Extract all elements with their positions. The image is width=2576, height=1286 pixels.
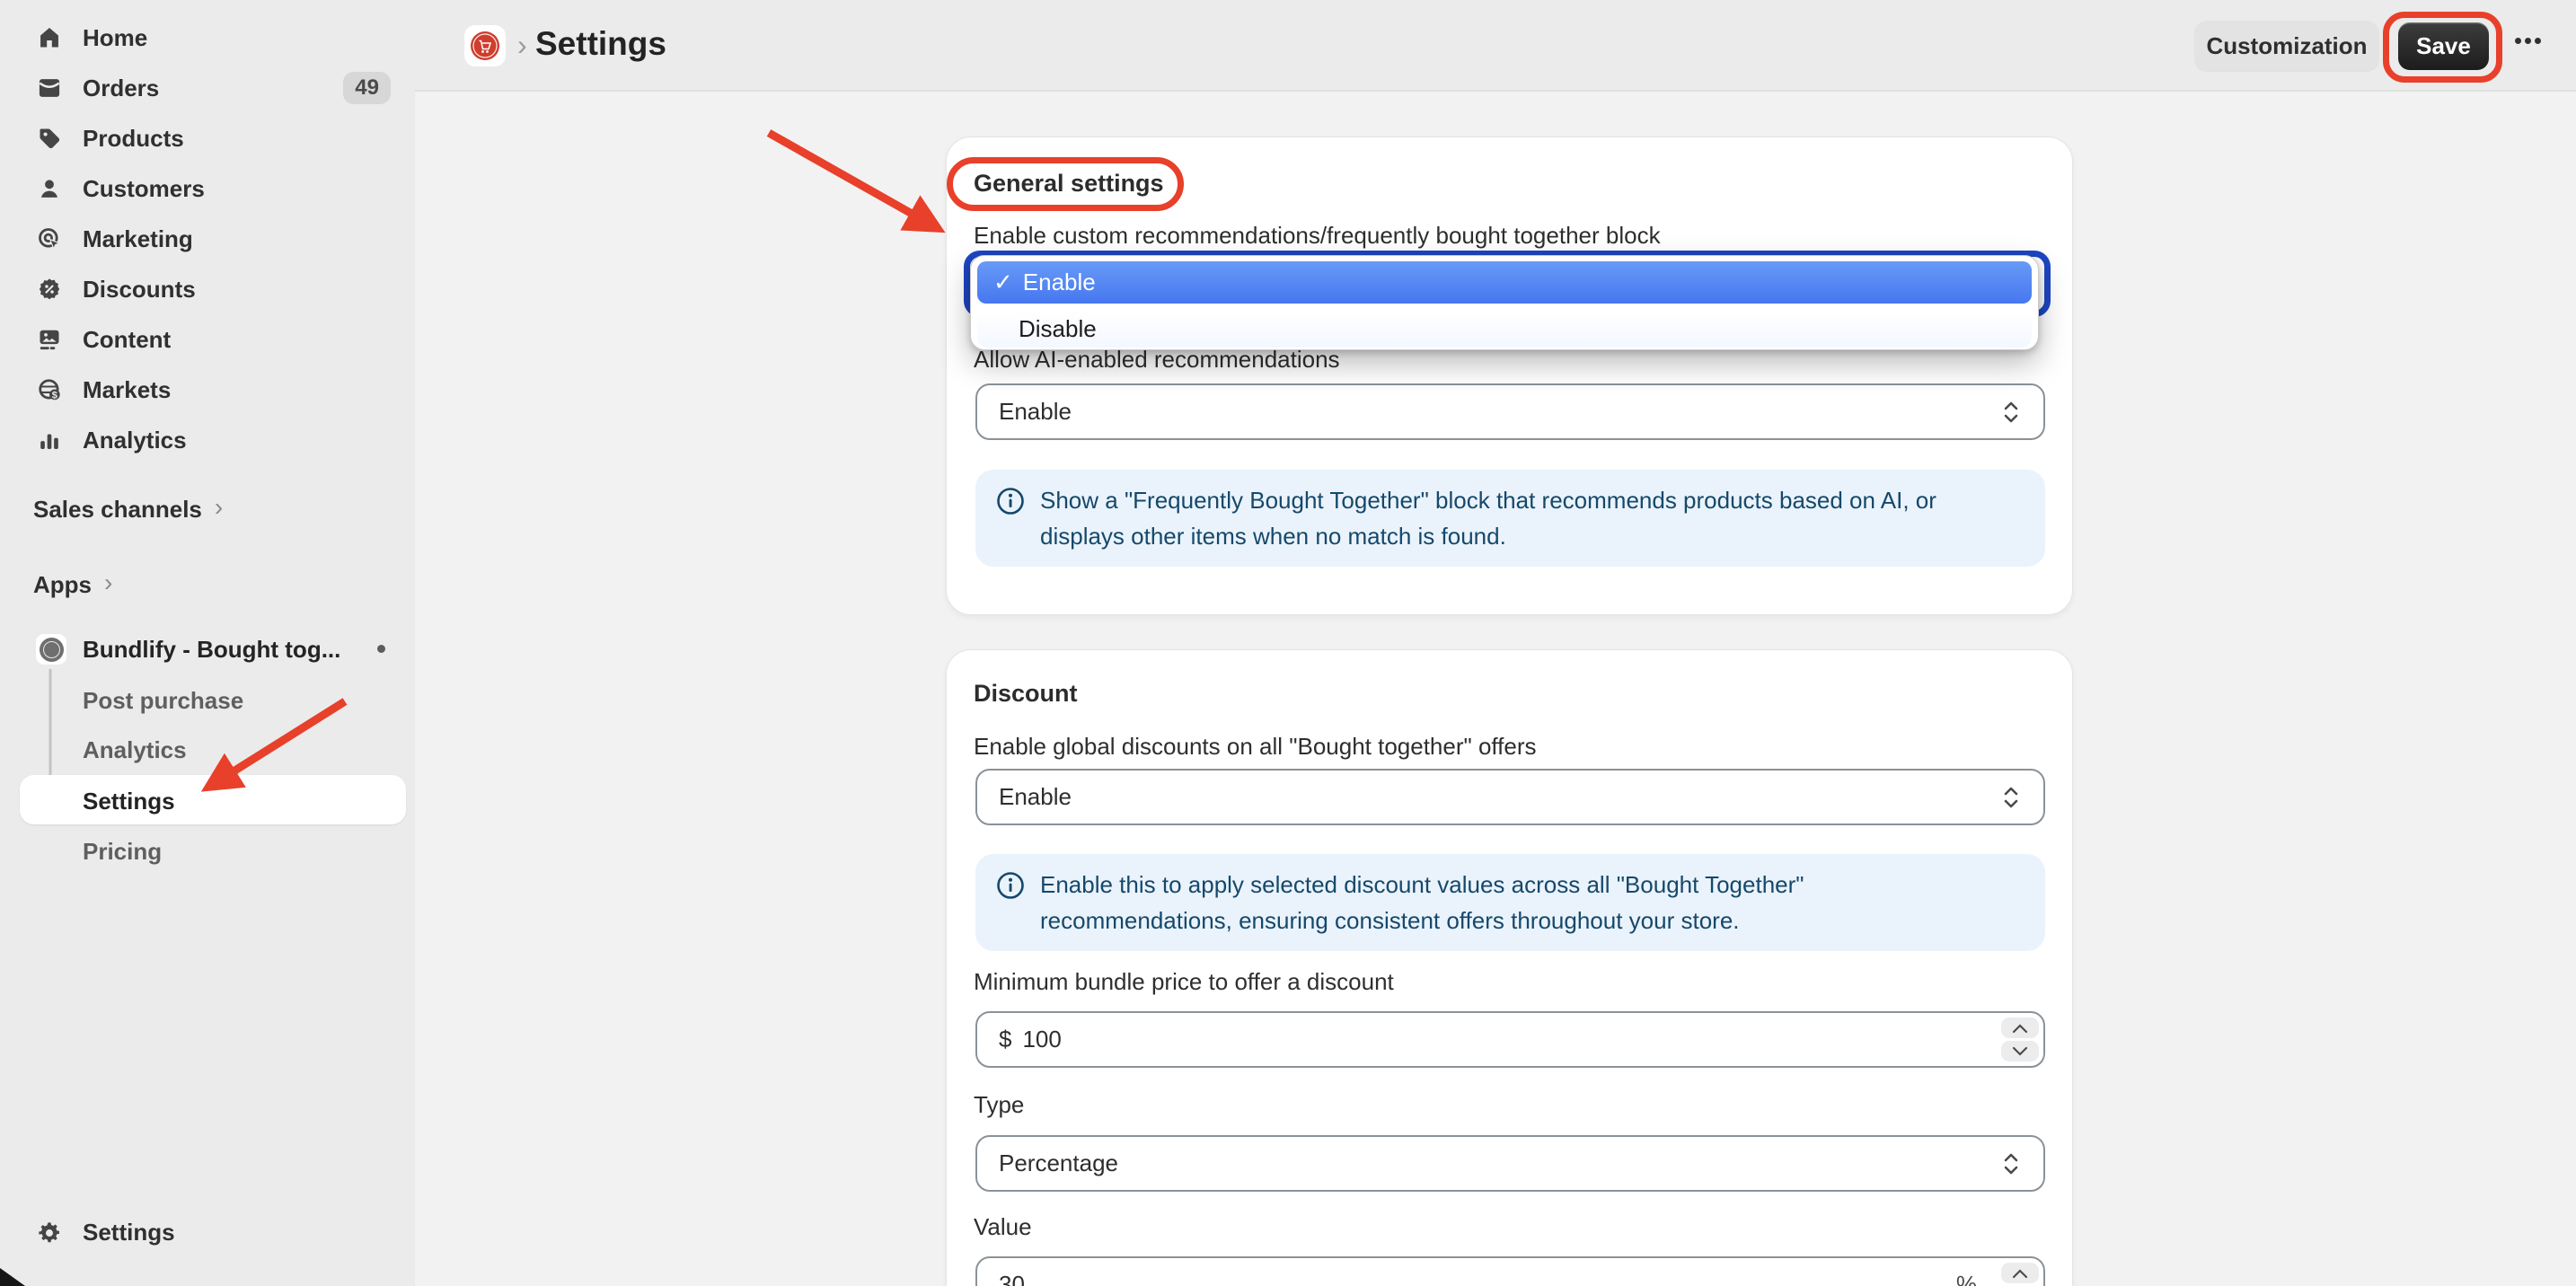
bundlify-app-name: Bundlify - Bought tog...: [83, 636, 340, 664]
discount-badge-icon: [36, 276, 63, 303]
sidebar-item-label: Marketing: [83, 225, 193, 253]
sidebar-app-bundlify[interactable]: Bundlify - Bought tog...: [36, 634, 340, 665]
sidebar-item-label: Customers: [83, 175, 205, 203]
customization-button[interactable]: Customization: [2194, 21, 2379, 71]
number-spinner: [2001, 1263, 2039, 1286]
main-nav: Home Orders 49 Products Customers: [0, 13, 415, 465]
select-stepper-icon: [2000, 1149, 2022, 1178]
dropdown-option-enable[interactable]: ✓ Enable: [977, 261, 2032, 304]
marketing-target-icon: [36, 225, 63, 252]
svg-text:$: $: [52, 390, 57, 401]
percent-suffix: %: [1956, 1271, 1977, 1286]
top-bar: › Settings Customization Save: [415, 0, 2576, 92]
discount-title: Discount: [974, 680, 1078, 708]
bundlify-app-icon: [36, 634, 66, 665]
min-bundle-price-label: Minimum bundle price to offer a discount: [974, 968, 1394, 996]
breadcrumb-chevron-icon: ›: [517, 29, 527, 62]
discount-card: Discount Enable global discounts on all …: [946, 649, 2073, 1286]
type-label: Type: [974, 1091, 1024, 1119]
content-image-icon: [36, 326, 63, 353]
app-notification-dot: [377, 645, 385, 653]
min-bundle-price-input[interactable]: $ 100: [975, 1011, 2045, 1068]
sidebar-item-customers[interactable]: Customers: [0, 163, 415, 214]
sidebar-footer-settings[interactable]: Settings: [36, 1219, 175, 1246]
sidebar-item-label: Analytics: [83, 427, 187, 454]
sidebar-subitem-settings[interactable]: Settings: [83, 786, 175, 816]
global-discounts-select[interactable]: Enable: [975, 769, 2045, 825]
number-spinner: [2001, 1017, 2039, 1061]
orders-icon: [36, 75, 63, 101]
global-discounts-label: Enable global discounts on all "Bought t…: [974, 733, 1537, 761]
select-stepper-icon: [2000, 398, 2022, 427]
sidebar-item-label: Markets: [83, 376, 171, 404]
discount-info-banner: Enable this to apply selected discount v…: [975, 854, 2045, 951]
apps-label: Apps: [33, 571, 92, 599]
sidebar-item-label: Content: [83, 326, 171, 354]
spinner-down-button[interactable]: [2001, 1041, 2039, 1061]
sidebar-item-products[interactable]: Products: [0, 113, 415, 163]
person-icon: [36, 175, 63, 202]
active-item-pill: [20, 775, 406, 824]
chevron-right-icon: ›: [104, 568, 112, 597]
breadcrumb-app-icon[interactable]: [464, 25, 506, 66]
page-title: Settings: [535, 25, 666, 63]
general-settings-title: General settings: [974, 170, 1164, 198]
sidebar-item-label: Discounts: [83, 276, 196, 304]
spinner-up-button[interactable]: [2001, 1017, 2039, 1038]
sidebar-item-orders[interactable]: Orders 49: [0, 63, 415, 113]
sidebar-subitem-analytics[interactable]: Analytics: [83, 735, 187, 765]
currency-prefix: $: [999, 1026, 1011, 1053]
sidebar-item-home[interactable]: Home: [0, 13, 415, 63]
sidebar-subitem-pricing[interactable]: Pricing: [83, 836, 162, 867]
orders-count-badge: 49: [343, 72, 391, 104]
shopify-admin-settings-page: { "sidebar": { "items": [ { "label": "Ho…: [0, 0, 2576, 1286]
dropdown-option-disable[interactable]: Disable: [977, 310, 2032, 348]
bar-chart-icon: [36, 427, 63, 454]
sidebar-section-apps[interactable]: Apps ›: [33, 570, 112, 599]
globe-dollar-icon: $: [36, 376, 63, 403]
sidebar-item-label: Products: [83, 125, 184, 153]
sales-channels-label: Sales channels: [33, 496, 202, 524]
main-content: General settings Enable custom recommend…: [415, 92, 2576, 1286]
sidebar-section-sales-channels[interactable]: Sales channels ›: [33, 495, 223, 524]
tag-icon: [36, 125, 63, 152]
ai-info-banner: Show a "Frequently Bought Together" bloc…: [975, 470, 2045, 567]
general-settings-card: General settings Enable custom recommend…: [946, 137, 2073, 615]
info-icon: [995, 867, 1026, 938]
sidebar-item-label: Home: [83, 24, 147, 52]
check-icon: ✓: [993, 269, 1013, 296]
type-select[interactable]: Percentage: [975, 1135, 2045, 1192]
cursor-artifact: [0, 1268, 25, 1286]
sidebar-subitem-post-purchase[interactable]: Post purchase: [83, 685, 243, 716]
footer-settings-label: Settings: [83, 1219, 175, 1246]
more-actions-button[interactable]: [2515, 38, 2541, 44]
sidebar-item-label: Orders: [83, 75, 159, 102]
spinner-up-button[interactable]: [2001, 1263, 2039, 1283]
save-button[interactable]: Save: [2398, 22, 2489, 70]
select-stepper-icon: [2000, 783, 2022, 812]
ai-recommendations-select[interactable]: Enable: [975, 383, 2045, 440]
sidebar-item-markets[interactable]: $ Markets: [0, 365, 415, 415]
recommendation-block-label: Enable custom recommendations/frequently…: [974, 222, 1661, 250]
sidebar-item-analytics[interactable]: Analytics: [0, 415, 415, 465]
gear-icon: [36, 1220, 63, 1246]
recommendation-dropdown-menu: ✓ Enable Disable: [970, 255, 2039, 350]
value-label: Value: [974, 1213, 1032, 1241]
sidebar: Home Orders 49 Products Customers: [0, 0, 415, 1286]
home-icon: [36, 24, 63, 51]
sidebar-item-discounts[interactable]: Discounts: [0, 264, 415, 314]
sidebar-item-marketing[interactable]: Marketing: [0, 214, 415, 264]
chevron-right-icon: ›: [215, 493, 223, 522]
value-input[interactable]: 30 %: [975, 1256, 2045, 1286]
sidebar-item-content[interactable]: Content: [0, 314, 415, 365]
info-icon: [995, 482, 1026, 554]
